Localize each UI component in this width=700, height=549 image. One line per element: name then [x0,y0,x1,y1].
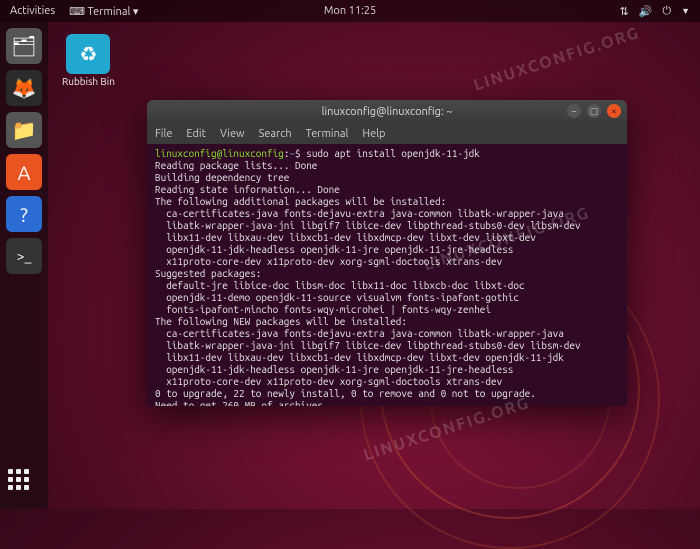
dock-software-icon[interactable]: A [6,154,42,190]
window-title: linuxconfig@linuxconfig: ~ [322,106,453,118]
prompt-path: ~ [289,148,295,159]
menu-help[interactable]: Help [362,128,385,140]
app-menu-label: Terminal ▾ [88,6,139,18]
menu-view[interactable]: View [220,128,245,140]
terminal-menubar: File Edit View Search Terminal Help [147,124,627,144]
trash-icon: ♻ [66,34,110,74]
top-bar: Activities ⌨ Terminal ▾ Mon 11:25 ⇅ 🔊 ⏻ … [0,0,700,22]
menu-terminal[interactable]: Terminal [306,128,349,140]
terminal-icon: ⌨ [69,6,85,18]
menu-search[interactable]: Search [259,128,292,140]
maximize-button[interactable]: ▢ [587,104,601,118]
app-menu[interactable]: ⌨ Terminal ▾ [69,5,138,18]
menu-edit[interactable]: Edit [186,128,206,140]
command-text: sudo apt install openjdk-11-jdk [306,148,480,159]
prompt-user: linuxconfig@linuxconfig [155,148,284,159]
power-icon[interactable]: ⏻ [662,5,671,18]
close-button[interactable]: × [607,104,621,118]
output-lines: Reading package lists... Done Building d… [155,160,581,406]
trash-label: Rubbish Bin [62,76,115,87]
network-icon[interactable]: ⇅ [619,5,628,18]
activities-button[interactable]: Activities [10,5,55,18]
dock-help-icon[interactable]: ? [6,196,42,232]
dock-files-icon[interactable]: 🗂 [6,28,42,64]
system-menu-chevron-icon[interactable]: ▼ [681,6,690,16]
dock: 🗂 🦊 📁 A ? >_ [0,22,48,509]
menu-file[interactable]: File [155,128,172,140]
desktop-trash[interactable]: ♻ Rubbish Bin [62,34,115,87]
window-titlebar[interactable]: linuxconfig@linuxconfig: ~ – ▢ × [147,100,627,124]
show-applications-button[interactable] [8,469,40,501]
terminal-window: linuxconfig@linuxconfig: ~ – ▢ × File Ed… [147,100,627,406]
dock-firefox-icon[interactable]: 🦊 [6,70,42,106]
clock[interactable]: Mon 11:25 [324,5,376,17]
terminal-output[interactable]: linuxconfig@linuxconfig:~$ sudo apt inst… [147,144,627,406]
dock-nautilus-icon[interactable]: 📁 [6,112,42,148]
dock-terminal-icon[interactable]: >_ [6,238,42,274]
volume-icon[interactable]: 🔊 [639,5,653,18]
minimize-button[interactable]: – [567,104,581,118]
watermark: LINUXCONFIG.ORG [471,24,642,95]
